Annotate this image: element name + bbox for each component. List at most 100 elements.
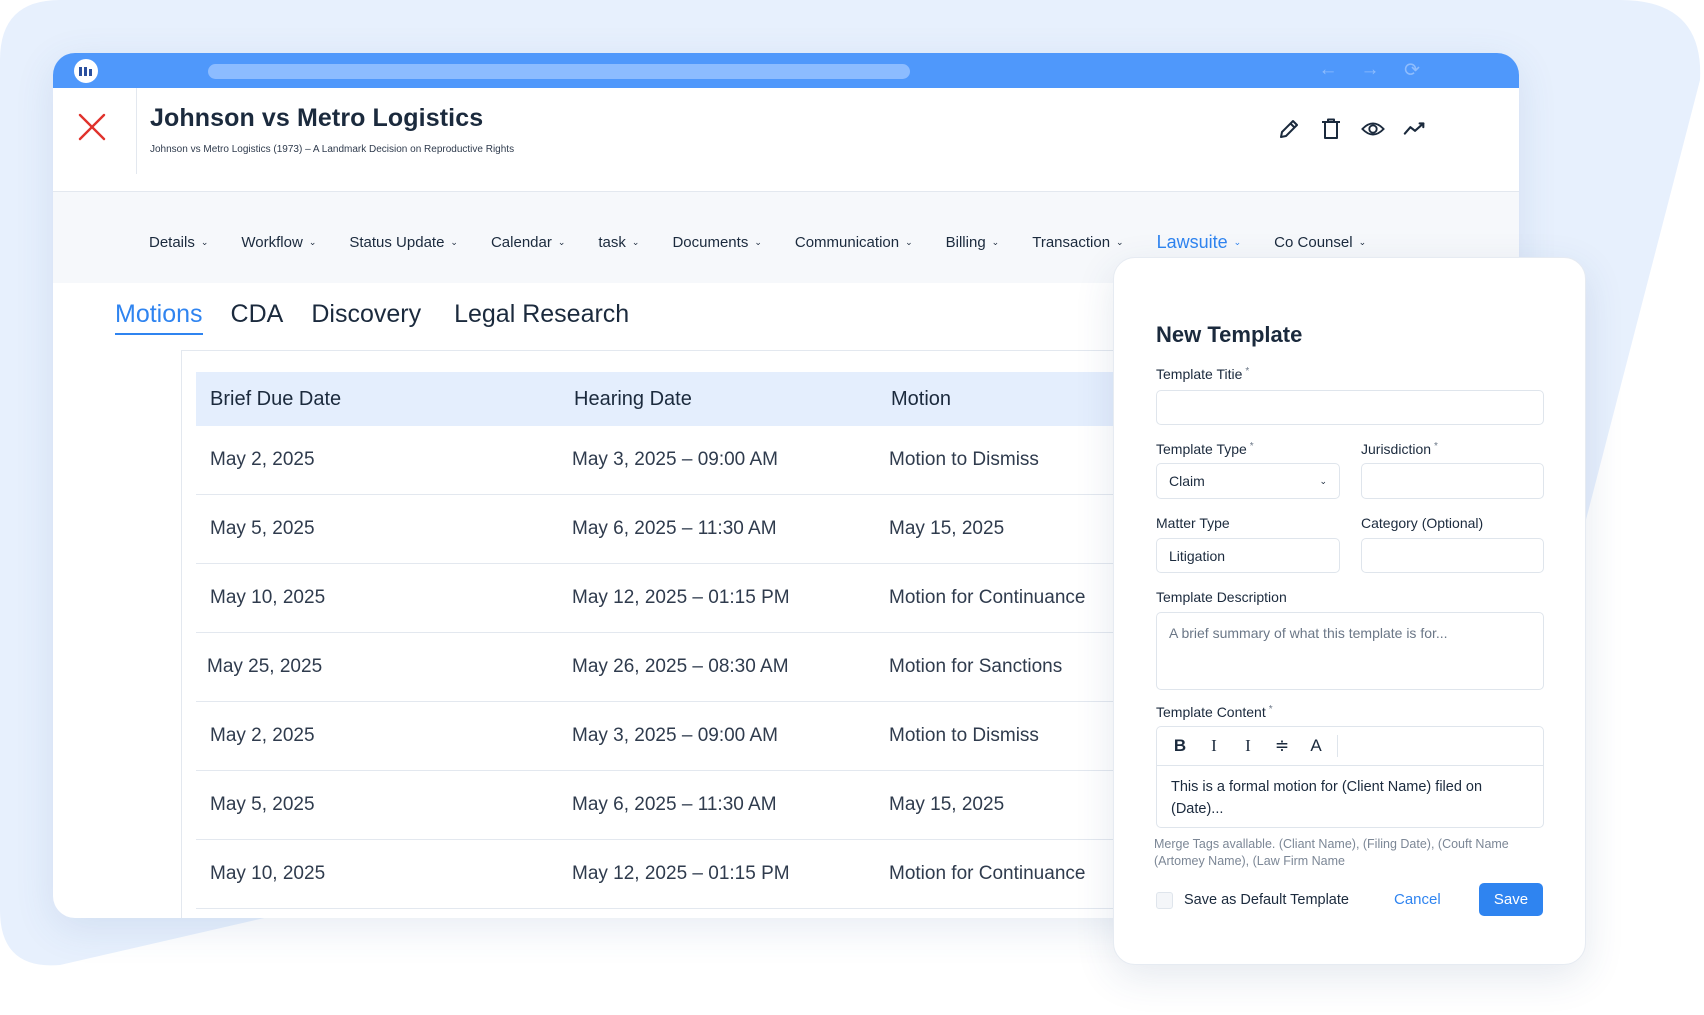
label-text: Template Type — [1156, 441, 1247, 457]
column-header-hearing-date[interactable]: Hearing Date — [574, 388, 692, 411]
menu-item-label: Billing — [945, 234, 986, 251]
menu-item-details[interactable]: Details ⌄ — [149, 234, 208, 251]
description-textarea[interactable]: A brief summary of what this template is… — [1156, 612, 1544, 690]
description-label: Template Description — [1156, 589, 1287, 605]
content-line: This is a formal motion for (Client Name… — [1171, 779, 1483, 795]
modal-title: New Template — [1156, 322, 1303, 347]
chevron-down-icon: ⌄ — [308, 237, 317, 247]
column-header-brief-due-date[interactable]: Brief Due Date — [210, 388, 341, 411]
trend-icon[interactable] — [1403, 117, 1427, 141]
menu-item-status-update[interactable]: Status Update ⌄ — [349, 234, 458, 251]
table-header: Brief Due Date Hearing Date Motion — [196, 372, 1176, 426]
label-text: Template Titie — [1156, 366, 1243, 382]
tab-motions[interactable]: Motions — [115, 300, 203, 335]
category-input[interactable] — [1361, 538, 1544, 573]
chevron-down-icon: ⌄ — [991, 237, 1000, 247]
italic-glyph: I — [1211, 736, 1217, 755]
content-label: Template Content * — [1156, 704, 1273, 720]
table-row[interactable]: May 5, 2025 May 6, 2025 – 11:30 AM May 1… — [196, 495, 1176, 564]
menu-item-lawsuite[interactable]: Lawsuite ⌄ — [1157, 232, 1242, 253]
app-logo-icon[interactable] — [74, 59, 98, 83]
pencil-icon[interactable] — [1277, 117, 1301, 141]
table-row[interactable]: May 2, 2025 May 3, 2025 – 09:00 AM Motio… — [196, 426, 1176, 495]
table-row[interactable]: May 2, 2025 May 3, 2025 – 09:00 AM Motio… — [196, 702, 1176, 771]
case-header: Johnson vs Metro Logistics Johnson vs Me… — [53, 88, 1519, 192]
label-text: Jurisdiction — [1361, 441, 1432, 457]
trash-icon[interactable] — [1319, 117, 1343, 141]
editor-toolbar: B I I ≑ A — [1157, 727, 1543, 766]
refresh-icon[interactable]: ⟳ — [1400, 59, 1424, 82]
table-row[interactable]: May 5, 2025 May 6, 2025 – 11:30 AM May 1… — [196, 771, 1176, 840]
back-arrow-icon[interactable]: ← — [1316, 59, 1340, 82]
italic-icon[interactable]: I — [1197, 732, 1231, 760]
motions-table: Brief Due Date Hearing Date Motion May 2… — [196, 372, 1176, 909]
matter-type-input[interactable]: Litigation — [1156, 538, 1340, 573]
chevron-down-icon: ⌄ — [1358, 237, 1367, 247]
template-type-select[interactable]: Claim ⌄ — [1156, 463, 1340, 499]
cell-motion: May 15, 2025 — [889, 518, 1005, 539]
menu-item-billing[interactable]: Billing ⌄ — [946, 234, 1000, 251]
table-row[interactable]: May 25, 2025 May 26, 2025 – 08:30 AM Mot… — [196, 633, 1176, 702]
forward-arrow-icon[interactable]: → — [1358, 59, 1382, 82]
menu-item-calendar[interactable]: Calendar ⌄ — [491, 234, 565, 251]
cell-motion: Motion for Sanctions — [889, 656, 1063, 677]
menu-item-communication[interactable]: Communication ⌄ — [795, 234, 913, 251]
menu-item-documents[interactable]: Documents ⌄ — [672, 234, 761, 251]
text-color-icon[interactable]: A — [1299, 732, 1333, 760]
column-header-motion[interactable]: Motion — [891, 388, 951, 411]
strikethrough-icon[interactable]: ≑ — [1265, 732, 1299, 760]
tab-cda[interactable]: CDA — [231, 300, 284, 335]
toolbar-divider — [1337, 735, 1338, 757]
cell-brief-due-date: May 2, 2025 — [210, 449, 315, 470]
required-mark: * — [1268, 704, 1273, 715]
default-template-checkbox[interactable] — [1156, 892, 1173, 909]
menu-item-task[interactable]: task ⌄ — [598, 234, 639, 251]
merge-tags-line: Merge Tags avallable. (Cliant Name), (Fi… — [1154, 837, 1509, 851]
select-value: Claim — [1169, 473, 1205, 489]
category-label: Category (Optional) — [1361, 515, 1484, 531]
chevron-down-icon: ⌄ — [905, 237, 913, 247]
menu-item-transaction[interactable]: Transaction ⌄ — [1032, 234, 1123, 251]
menu-item-label: Transaction — [1032, 234, 1111, 251]
close-icon[interactable] — [77, 112, 107, 142]
menu-item-label: Communication — [794, 234, 900, 251]
cell-motion: Motion for Continuance — [889, 587, 1086, 608]
editor-content[interactable]: This is a formal motion for (Client Name… — [1157, 766, 1543, 830]
cell-hearing-date: May 3, 2025 – 09:00 AM — [572, 725, 778, 746]
matter-type-label: Matter Type — [1156, 515, 1230, 531]
template-title-input[interactable] — [1156, 390, 1544, 425]
content-editor[interactable]: B I I ≑ A This is a formal motion for (C… — [1156, 726, 1544, 828]
eye-icon[interactable] — [1361, 117, 1385, 141]
browser-chrome: ← → ⟳ — [53, 53, 1519, 88]
required-mark: * — [1434, 441, 1438, 452]
new-template-modal: New Template Template Titie * Template Ty… — [1113, 257, 1586, 965]
underline-glyph: I — [1245, 736, 1251, 755]
menu-item-label: Status Update — [349, 234, 445, 251]
jurisdiction-input[interactable] — [1361, 463, 1544, 499]
table-row[interactable]: May 10, 2025 May 12, 2025 – 01:15 PM Mot… — [196, 840, 1176, 909]
save-button[interactable]: Save — [1479, 883, 1543, 916]
cell-brief-due-date: May 5, 2025 — [210, 518, 315, 539]
cell-hearing-date: May 3, 2025 – 09:00 AM — [572, 449, 778, 470]
cell-hearing-date: May 26, 2025 – 08:30 AM — [572, 656, 789, 677]
chevron-down-icon: ⌄ — [1319, 475, 1327, 486]
cancel-button[interactable]: Cancel — [1394, 891, 1441, 908]
cell-brief-due-date: May 2, 2025 — [210, 725, 315, 746]
cell-motion: Motion to Dismiss — [889, 725, 1039, 746]
cell-brief-due-date: May 5, 2025 — [210, 794, 315, 815]
underline-icon[interactable]: I — [1231, 732, 1265, 760]
tab-discovery[interactable]: Discovery — [311, 300, 421, 335]
menu-item-label: Co Counsel — [1274, 234, 1353, 251]
menu-item-workflow[interactable]: Workflow ⌄ — [241, 234, 316, 251]
page-subtitle: Johnson vs Metro Logistics (1973) – A La… — [150, 144, 515, 155]
chevron-down-icon: ⌄ — [200, 237, 209, 247]
address-bar[interactable] — [208, 64, 910, 79]
chevron-down-icon: ⌄ — [754, 237, 762, 247]
menu-item-co-counsel[interactable]: Co Counsel ⌄ — [1274, 234, 1366, 251]
tab-legal-research[interactable]: Legal Research — [454, 300, 629, 335]
table-row[interactable]: May 10, 2025 May 12, 2025 – 01:15 PM Mot… — [196, 564, 1176, 633]
bold-icon[interactable]: B — [1163, 732, 1197, 760]
menu-item-label: Calendar — [490, 234, 552, 251]
cell-motion: May 15, 2025 — [889, 794, 1005, 815]
template-type-label: Template Type * — [1156, 441, 1254, 457]
